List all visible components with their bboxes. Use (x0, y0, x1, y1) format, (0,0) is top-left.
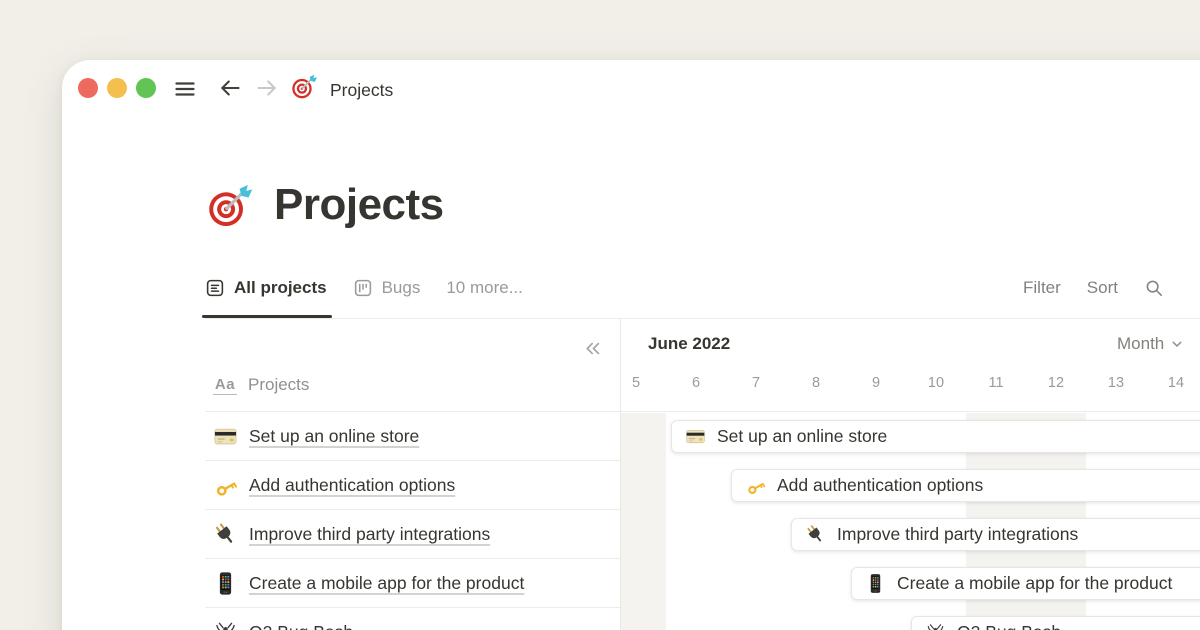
mobile-phone-icon (865, 573, 886, 594)
project-list: Set up an online store Add authentication… (205, 411, 620, 630)
forward-arrow-icon (254, 75, 280, 101)
tab-bugs[interactable]: Bugs (353, 278, 421, 298)
date-label: 5 (620, 375, 666, 391)
board-icon (353, 278, 373, 298)
date-label: 11 (966, 375, 1026, 391)
text-property-icon: Aa (213, 376, 237, 395)
list-column-header[interactable]: Aa Projects (213, 375, 309, 395)
scale-label: Month (1117, 334, 1164, 354)
project-title: Q2 Bug Bash (957, 622, 1061, 630)
list-item[interactable]: Add authentication options (205, 461, 620, 510)
timeline-bar[interactable]: Add authentication options (731, 469, 1200, 502)
spider-icon (925, 622, 946, 630)
list-item[interactable]: Q2 Bug Bash (205, 608, 620, 630)
column-title: Projects (248, 375, 309, 395)
weekend-column (620, 413, 666, 630)
project-title: Add authentication options (249, 475, 455, 496)
project-list-panel: Aa Projects Set up an online store Add au… (205, 318, 620, 630)
view-tabs: All projects Bugs (205, 278, 420, 298)
tab-all-projects[interactable]: All projects (205, 278, 327, 298)
timeline-bar[interactable]: Improve third party integrations (791, 518, 1200, 551)
list-item[interactable]: Create a mobile app for the product (205, 559, 620, 608)
timeline-bar[interactable]: Q2 Bug Bash (911, 616, 1200, 630)
plug-icon (213, 522, 238, 547)
chevron-down-icon (1169, 336, 1185, 352)
list-item[interactable]: Set up an online store (205, 412, 620, 461)
project-title: Add authentication options (777, 475, 983, 496)
menu-icon[interactable] (172, 76, 198, 102)
project-title: Q2 Bug Bash (249, 622, 353, 630)
timeline-month-label: June 2022 (648, 334, 730, 354)
more-views-button[interactable]: 10 more... (446, 278, 523, 298)
project-title: Create a mobile app for the product (897, 573, 1172, 594)
tab-label: Bugs (382, 278, 421, 298)
page: Projects Projects All projects Bugs 10 mo… (0, 0, 1200, 630)
timeline-bar[interactable]: Set up an online store (671, 420, 1200, 453)
filter-button[interactable]: Filter (1023, 278, 1061, 298)
minimize-button[interactable] (107, 78, 127, 98)
project-title: Set up an online store (717, 426, 887, 447)
page-heading: Projects (207, 180, 444, 230)
date-label: 14 (1146, 375, 1200, 391)
window-title[interactable]: Projects (330, 78, 393, 102)
collapse-sidebar-icon[interactable] (582, 338, 603, 359)
view-actions: Filter Sort (1023, 268, 1164, 318)
credit-card-icon (213, 424, 238, 449)
target-icon (291, 73, 318, 100)
project-title: Improve third party integrations (249, 524, 490, 545)
credit-card-icon (685, 426, 706, 447)
project-title: Set up an online store (249, 426, 419, 447)
spider-icon (213, 620, 238, 630)
date-label: 10 (906, 375, 966, 391)
timeline-bar[interactable]: Create a mobile app for the product (851, 567, 1200, 600)
tab-label: All projects (234, 278, 327, 298)
date-row: 567891011121314 (621, 375, 1200, 397)
timeline-body: Set up an online store Add authentication… (621, 411, 1200, 630)
date-label: 8 (786, 375, 846, 391)
search-icon[interactable] (1144, 278, 1164, 298)
timeline-panel: June 2022 Month 567891011121314 Set up a… (620, 318, 1200, 630)
target-icon (207, 182, 254, 229)
page-title[interactable]: Projects (274, 180, 444, 230)
close-button[interactable] (78, 78, 98, 98)
mobile-phone-icon (213, 571, 238, 596)
table-icon (205, 278, 225, 298)
date-label: 7 (726, 375, 786, 391)
key-icon (745, 475, 766, 496)
list-item[interactable]: Improve third party integrations (205, 510, 620, 559)
date-label: 6 (666, 375, 726, 391)
timeline-scale-selector[interactable]: Month (1117, 334, 1185, 354)
date-label: 9 (846, 375, 906, 391)
date-label: 13 (1086, 375, 1146, 391)
back-arrow-icon[interactable] (217, 75, 243, 101)
plug-icon (805, 524, 826, 545)
sort-button[interactable]: Sort (1087, 278, 1118, 298)
app-window: Projects Projects All projects Bugs 10 mo… (62, 60, 1200, 630)
maximize-button[interactable] (136, 78, 156, 98)
key-icon (213, 473, 238, 498)
date-label: 12 (1026, 375, 1086, 391)
project-title: Improve third party integrations (837, 524, 1078, 545)
view-tab-bar: All projects Bugs 10 more... Filter Sort (205, 268, 1200, 319)
project-title: Create a mobile app for the product (249, 573, 524, 594)
